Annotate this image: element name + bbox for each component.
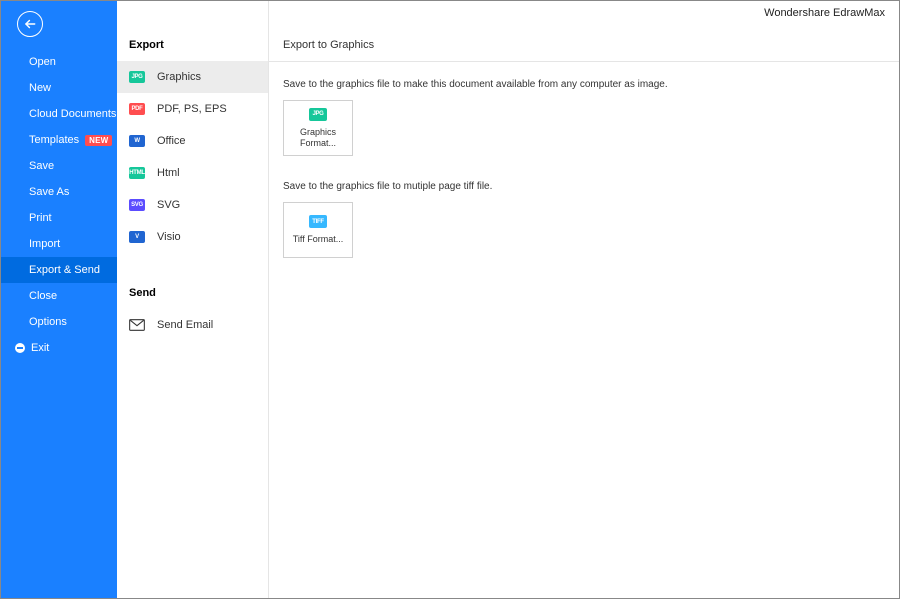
main-header: Export to Graphics [269,39,899,61]
export-menu: Export JPG Graphics PDF PDF, PS, EPS W O… [117,1,269,598]
export-header: Export [117,39,268,61]
export-item-label: Html [157,167,180,179]
sidebar-item-label: Save [29,160,54,172]
visio-icon: V [129,231,145,243]
sidebar-item-new[interactable]: New [1,75,117,101]
export-item-label: SVG [157,199,180,211]
sidebar-item-label: Cloud Documents [29,108,116,120]
arrow-left-icon [23,17,37,31]
export-item-svg[interactable]: SVG SVG [117,189,268,221]
sidebar-item-close[interactable]: Close [1,283,117,309]
sidebar-item-label: New [29,82,51,94]
exit-icon [15,343,25,353]
pdf-icon: PDF [129,103,145,115]
sidebar-item-label: Print [29,212,52,224]
sidebar-item-label: Open [29,56,56,68]
tiff-icon: TIFF [309,215,327,228]
jpg-icon: JPG [309,108,327,121]
sidebar-item-label: Exit [31,342,49,354]
tiff-description: Save to the graphics file to mutiple pag… [283,181,885,192]
sidebar-item-cloud-documents[interactable]: Cloud Documents [1,101,117,127]
send-email-item[interactable]: Send Email [117,309,268,341]
export-item-graphics[interactable]: JPG Graphics [117,61,268,93]
sidebar: Open New Cloud Documents Templates NEW S… [1,1,117,598]
jpg-icon: JPG [129,71,145,83]
mail-icon [129,319,145,331]
sidebar-item-save-as[interactable]: Save As [1,179,117,205]
main-panel: Export to Graphics Save to the graphics … [269,1,899,598]
sidebar-item-save[interactable]: Save [1,153,117,179]
html-icon: HTML [129,167,145,179]
sidebar-item-exit[interactable]: Exit [1,335,117,361]
tile-label: Tiff Format... [293,234,344,245]
graphics-description: Save to the graphics file to make this d… [283,79,885,90]
export-item-office[interactable]: W Office [117,125,268,157]
main-content: Save to the graphics file to make this d… [269,61,899,272]
export-item-label: Send Email [157,319,213,331]
sidebar-item-label: Save As [29,186,69,198]
graphics-format-tile[interactable]: JPG Graphics Format... [283,100,353,156]
export-item-label: Visio [157,231,181,243]
sidebar-item-export-send[interactable]: Export & Send [1,257,117,283]
export-item-visio[interactable]: V Visio [117,221,268,253]
sidebar-item-import[interactable]: Import [1,231,117,257]
sidebar-item-label: Close [29,290,57,302]
svg-icon: SVG [129,199,145,211]
app-window: Wondershare EdrawMax Open New Cloud Docu… [0,0,900,599]
sidebar-item-print[interactable]: Print [1,205,117,231]
export-item-label: Graphics [157,71,201,83]
sidebar-item-open[interactable]: Open [1,49,117,75]
sidebar-item-label: Options [29,316,67,328]
sidebar-item-label: Import [29,238,60,250]
send-header: Send [117,287,268,309]
tiff-format-tile[interactable]: TIFF Tiff Format... [283,202,353,258]
export-item-html[interactable]: HTML Html [117,157,268,189]
new-badge: NEW [85,135,112,146]
sidebar-item-label: Export & Send [29,264,100,276]
sidebar-item-label: Templates [29,134,79,146]
office-icon: W [129,135,145,147]
export-item-label: Office [157,135,186,147]
sidebar-item-options[interactable]: Options [1,309,117,335]
tile-label: Graphics Format... [284,127,352,149]
sidebar-item-templates[interactable]: Templates NEW [1,127,117,153]
back-button[interactable] [17,11,43,37]
export-item-label: PDF, PS, EPS [157,103,227,115]
export-item-pdf-ps-eps[interactable]: PDF PDF, PS, EPS [117,93,268,125]
